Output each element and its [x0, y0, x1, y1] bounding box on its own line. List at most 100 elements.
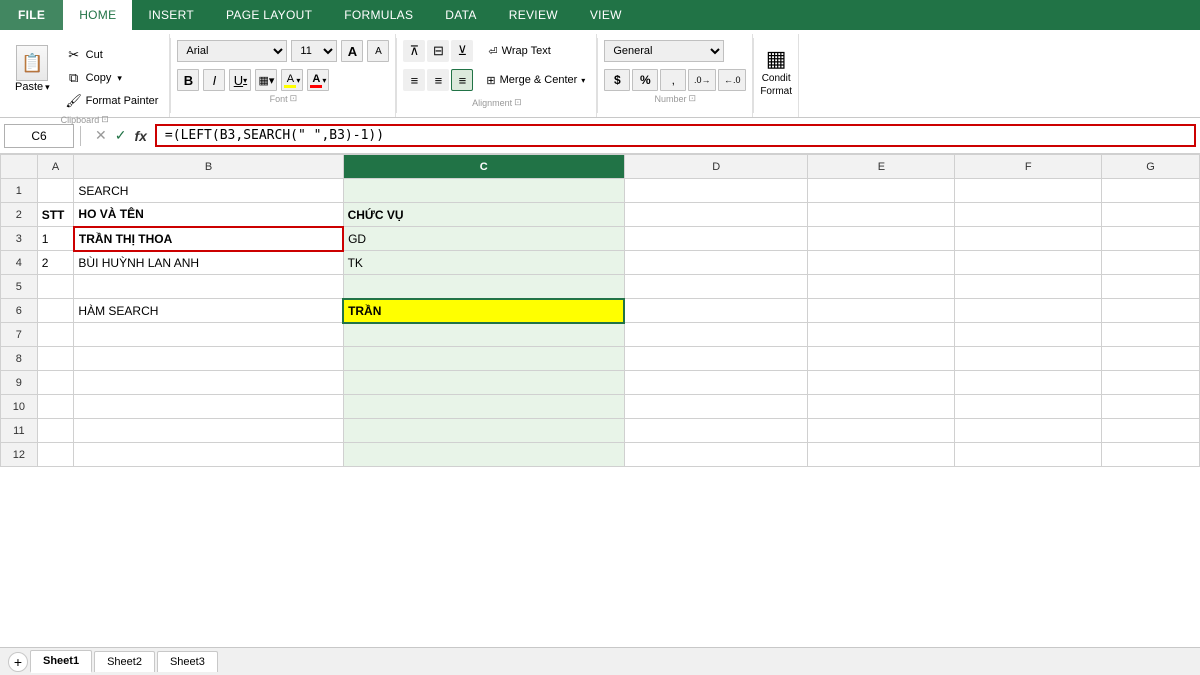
cell-f2[interactable] — [955, 203, 1102, 227]
cell-b4[interactable]: BÙI HUỲNH LAN ANH — [74, 251, 343, 275]
cell-c3[interactable]: GD — [343, 227, 624, 251]
cell-a11[interactable] — [37, 419, 74, 443]
col-header-f[interactable]: F — [955, 155, 1102, 179]
tab-insert[interactable]: INSERT — [132, 0, 210, 30]
wrap-text-button[interactable]: ⏎ Wrap Text — [481, 42, 557, 61]
cell-a3[interactable]: 1 — [37, 227, 74, 251]
cell-f3[interactable] — [955, 227, 1102, 251]
cell-f8[interactable] — [955, 347, 1102, 371]
cell-g3[interactable] — [1102, 227, 1200, 251]
cell-d10[interactable] — [624, 395, 808, 419]
cell-f6[interactable] — [955, 299, 1102, 323]
font-grow-button[interactable]: A — [341, 40, 363, 62]
underline-dropdown-icon[interactable]: ▾ — [243, 76, 247, 85]
italic-button[interactable]: I — [203, 69, 225, 91]
cell-f12[interactable] — [955, 443, 1102, 467]
cell-c4[interactable]: TK — [343, 251, 624, 275]
cut-button[interactable]: ✂ Cut — [61, 44, 164, 66]
cell-a8[interactable] — [37, 347, 74, 371]
col-header-a[interactable]: A — [37, 155, 74, 179]
cell-a5[interactable] — [37, 275, 74, 299]
row-header-1[interactable]: 1 — [1, 179, 38, 203]
cell-b9[interactable] — [74, 371, 343, 395]
align-right-button[interactable]: ≡ — [451, 69, 473, 91]
cell-d9[interactable] — [624, 371, 808, 395]
clipboard-dialog-icon[interactable]: ⊡ — [101, 114, 109, 125]
row-header-3[interactable]: 3 — [1, 227, 38, 251]
cell-f7[interactable] — [955, 323, 1102, 347]
cell-d3[interactable] — [624, 227, 808, 251]
number-dialog-icon[interactable]: ⊡ — [689, 93, 697, 104]
merge-center-button[interactable]: ⊞ Merge & Center ▾ — [481, 71, 590, 90]
row-header-2[interactable]: 2 — [1, 203, 38, 227]
cell-e6[interactable] — [808, 299, 955, 323]
cell-b5[interactable] — [74, 275, 343, 299]
align-middle-button[interactable]: ⊟ — [427, 40, 449, 62]
cell-a6[interactable] — [37, 299, 74, 323]
row-header-12[interactable]: 12 — [1, 443, 38, 467]
cell-g12[interactable] — [1102, 443, 1200, 467]
cell-e3[interactable] — [808, 227, 955, 251]
cell-c11[interactable] — [343, 419, 624, 443]
row-header-5[interactable]: 5 — [1, 275, 38, 299]
cell-d1[interactable] — [624, 179, 808, 203]
cell-e2[interactable] — [808, 203, 955, 227]
cell-d11[interactable] — [624, 419, 808, 443]
cell-c8[interactable] — [343, 347, 624, 371]
cell-b7[interactable] — [74, 323, 343, 347]
font-shrink-button[interactable]: A — [367, 40, 389, 62]
comma-button[interactable]: , — [660, 69, 686, 91]
cell-a4[interactable]: 2 — [37, 251, 74, 275]
cell-e7[interactable] — [808, 323, 955, 347]
copy-button[interactable]: ⧉ Copy ▾ — [61, 67, 164, 89]
cell-b3[interactable]: TRẦN THỊ THOA — [74, 227, 343, 251]
tab-formulas[interactable]: FORMULAS — [328, 0, 429, 30]
col-header-g[interactable]: G — [1102, 155, 1200, 179]
tab-page-layout[interactable]: PAGE LAYOUT — [210, 0, 328, 30]
col-header-d[interactable]: D — [624, 155, 808, 179]
border-button[interactable]: ▦▾ — [255, 69, 277, 91]
font-name-select[interactable]: Arial — [177, 40, 287, 62]
fill-color-button[interactable]: A ▾ — [281, 69, 303, 91]
sheet-tab-3[interactable]: Sheet3 — [157, 651, 218, 672]
sheet-tab-2[interactable]: Sheet2 — [94, 651, 155, 672]
cell-g10[interactable] — [1102, 395, 1200, 419]
cell-e10[interactable] — [808, 395, 955, 419]
cell-d8[interactable] — [624, 347, 808, 371]
cell-c9[interactable] — [343, 371, 624, 395]
cell-c2[interactable]: CHỨC VỤ — [343, 203, 624, 227]
cell-g6[interactable] — [1102, 299, 1200, 323]
cell-d7[interactable] — [624, 323, 808, 347]
format-painter-button[interactable]: 🖌 Format Painter — [61, 90, 164, 112]
merge-dropdown-icon[interactable]: ▾ — [581, 76, 585, 85]
cell-a2[interactable]: STT — [37, 203, 74, 227]
cell-b11[interactable] — [74, 419, 343, 443]
cell-d5[interactable] — [624, 275, 808, 299]
cancel-formula-icon[interactable]: ✕ — [95, 127, 107, 144]
new-sheet-button[interactable]: + — [8, 652, 28, 672]
cell-d6[interactable] — [624, 299, 808, 323]
cell-e9[interactable] — [808, 371, 955, 395]
row-header-10[interactable]: 10 — [1, 395, 38, 419]
font-color-dropdown[interactable]: ▾ — [322, 76, 326, 85]
cell-f9[interactable] — [955, 371, 1102, 395]
cell-c1[interactable] — [343, 179, 624, 203]
cell-e4[interactable] — [808, 251, 955, 275]
align-left-button[interactable]: ≡ — [403, 69, 425, 91]
row-header-4[interactable]: 4 — [1, 251, 38, 275]
cell-b6[interactable]: HÀM SEARCH — [74, 299, 343, 323]
cell-e11[interactable] — [808, 419, 955, 443]
cell-e12[interactable] — [808, 443, 955, 467]
paste-button[interactable]: 📋 Paste ▾ — [6, 40, 59, 98]
cell-b1[interactable]: SEARCH — [74, 179, 343, 203]
cell-c10[interactable] — [343, 395, 624, 419]
tab-view[interactable]: VIEW — [574, 0, 638, 30]
bold-button[interactable]: B — [177, 69, 199, 91]
cell-a7[interactable] — [37, 323, 74, 347]
tab-file[interactable]: FILE — [0, 0, 63, 30]
cell-c12[interactable] — [343, 443, 624, 467]
col-header-c[interactable]: C — [343, 155, 624, 179]
align-center-button[interactable]: ≡ — [427, 69, 449, 91]
tab-review[interactable]: REVIEW — [493, 0, 574, 30]
align-top-button[interactable]: ⊼ — [403, 40, 425, 62]
